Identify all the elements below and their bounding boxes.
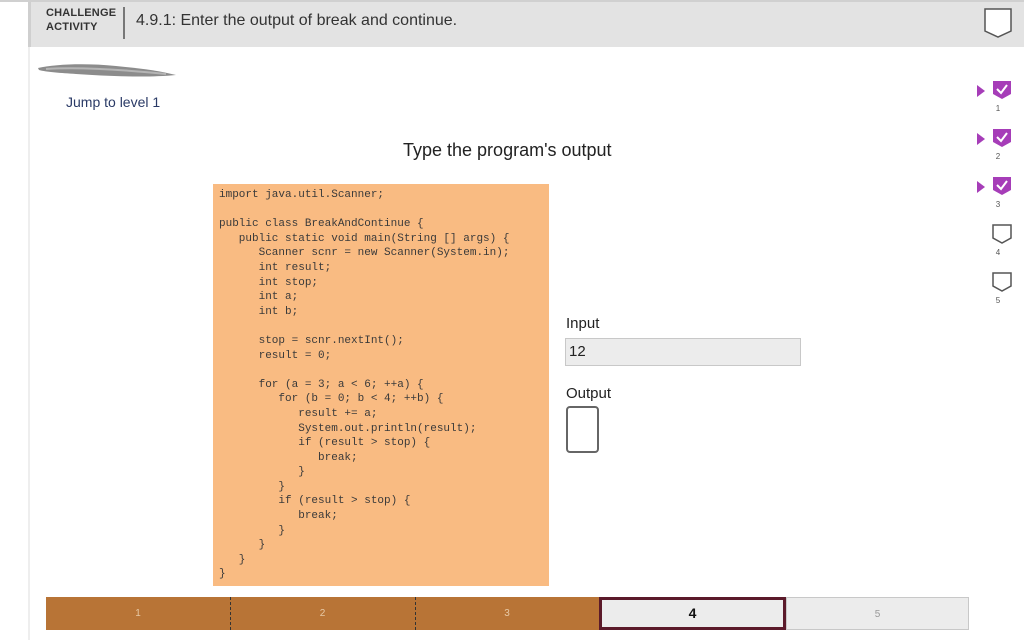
level-arrow-icon [977,85,985,97]
progress-segment-2[interactable]: 2 [230,597,415,630]
code-listing: import java.util.Scanner; public class B… [213,184,549,586]
badge-line-2: ACTIVITY [46,21,98,33]
header-accent [28,2,31,47]
output-answer-field[interactable] [566,406,599,453]
level-5-indicator[interactable]: 5 [984,272,1012,320]
checkbox-empty-icon [992,272,1012,292]
level-2-indicator[interactable]: 2 [977,128,1012,176]
level-number: 4 [995,248,1001,257]
progress-segment-3[interactable]: 3 [415,597,599,630]
checkbox-checked-icon [993,129,1011,147]
progress-segment-5[interactable]: 5 [786,597,969,630]
level-number: 5 [995,296,1001,305]
level-number: 3 [995,200,1001,209]
badge-line-1: CHALLENGE [46,7,117,19]
level-progress-bar: 1 2 3 4 5 [46,597,969,630]
level-3-indicator[interactable]: 3 [977,176,1012,224]
segment-divider [230,597,231,630]
checkbox-checked-icon [993,81,1011,99]
left-divider [28,47,30,640]
program-input-value: 12 [565,338,801,366]
header-separator [123,7,125,39]
progress-segment-1[interactable]: 1 [46,597,230,630]
level-arrow-icon [977,181,985,193]
checkbox-empty-icon [992,224,1012,244]
activity-title: 4.9.1: Enter the output of break and con… [136,12,458,29]
level-number: 2 [995,152,1001,161]
segment-divider [415,597,416,630]
level-4-indicator[interactable]: 4 [984,224,1012,272]
level-1-indicator[interactable]: 1 [977,80,1012,128]
instruction-text: Type the program's output [403,140,612,160]
progress-segment-4[interactable]: 4 [599,597,786,630]
level-arrow-icon [977,133,985,145]
challenge-activity-badge: CHALLENGE ACTIVITY [46,6,116,34]
jump-to-level-link[interactable]: Jump to level 1 [66,94,160,110]
input-label: Input [566,315,600,332]
level-number: 1 [995,104,1001,113]
output-label: Output [566,385,612,402]
checkbox-checked-icon [993,177,1011,195]
activity-status-badge-icon [983,7,1013,39]
redacted-name-scribble [36,60,178,85]
